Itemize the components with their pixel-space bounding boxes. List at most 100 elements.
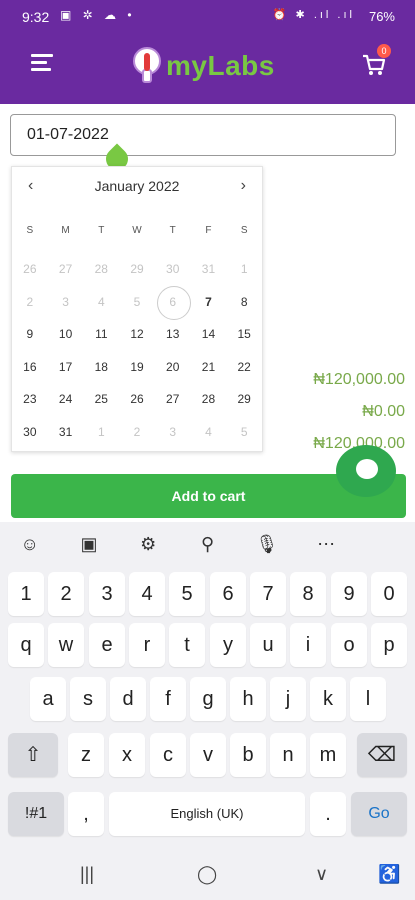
calendar-day[interactable]: 12 — [119, 318, 155, 351]
date-input[interactable]: 01-07-2022 — [10, 114, 396, 156]
weekday-label: T — [98, 225, 105, 236]
calendar-day[interactable]: 9 — [12, 318, 48, 351]
key-6[interactable]: 6 — [210, 572, 246, 616]
weekday-label: T — [169, 225, 176, 236]
key-z[interactable]: z — [68, 733, 104, 777]
key-e[interactable]: e — [89, 623, 125, 667]
key-d[interactable]: d — [110, 677, 146, 721]
calendar-day[interactable]: 13 — [155, 318, 191, 351]
key-4[interactable]: 4 — [129, 572, 165, 616]
search-icon[interactable]: ⚲ — [178, 522, 237, 566]
calendar-day: 1 — [240, 262, 248, 276]
calendar-day[interactable]: 28 — [191, 383, 227, 416]
key-m[interactable]: m — [310, 733, 346, 777]
calendar-week: 30 31 1 2 3 4 5 — [12, 416, 262, 449]
key-7[interactable]: 7 — [250, 572, 286, 616]
key-w[interactable]: w — [48, 623, 84, 667]
calendar-day[interactable]: 21 — [191, 351, 227, 384]
weekday-label: W — [132, 225, 142, 236]
key-v[interactable]: v — [190, 733, 226, 777]
comma-key[interactable]: , — [68, 792, 104, 836]
calendar-day[interactable]: 10 — [48, 318, 84, 351]
calendar-day[interactable]: 8 — [226, 286, 262, 319]
key-j[interactable]: j — [270, 677, 306, 721]
key-u[interactable]: u — [250, 623, 286, 667]
shift-key[interactable]: ⇧ — [8, 733, 58, 777]
key-a[interactable]: a — [30, 677, 66, 721]
system-nav-bar: ||| ◯ ∨ ♿ — [0, 850, 415, 900]
emoji-icon[interactable]: ☺ — [0, 522, 59, 566]
calendar-day[interactable]: 22 — [226, 351, 262, 384]
go-key[interactable]: Go — [351, 792, 407, 836]
chat-bubble-icon — [356, 459, 378, 479]
sticker-icon[interactable]: ▣ — [59, 522, 118, 566]
calendar-day[interactable]: 11 — [83, 318, 119, 351]
key-k[interactable]: k — [310, 677, 346, 721]
calendar-day: 5 — [133, 294, 141, 309]
key-x[interactable]: x — [109, 733, 145, 777]
key-s[interactable]: s — [70, 677, 106, 721]
calendar-day: 1 — [97, 424, 105, 439]
settings-icon[interactable]: ⚙ — [119, 522, 178, 566]
symbols-key[interactable]: !#1 — [8, 792, 64, 836]
recents-icon[interactable]: ||| — [80, 864, 94, 885]
key-0[interactable]: 0 — [371, 572, 407, 616]
calendar-day: 28 — [94, 262, 108, 276]
next-month-icon[interactable]: › — [241, 177, 246, 195]
calendar-day[interactable]: 16 — [12, 351, 48, 384]
chat-button[interactable] — [336, 445, 396, 497]
key-t[interactable]: t — [169, 623, 205, 667]
calendar-day[interactable]: 23 — [12, 383, 48, 416]
calendar-day[interactable]: 14 — [191, 318, 227, 351]
date-picker: ‹ January 2022 › S M T W T F S 26 27 28 … — [11, 166, 263, 452]
key-i[interactable]: i — [290, 623, 326, 667]
calendar-day[interactable]: 17 — [48, 351, 84, 384]
key-o[interactable]: o — [331, 623, 367, 667]
calendar-day[interactable]: 27 — [155, 383, 191, 416]
key-9[interactable]: 9 — [331, 572, 367, 616]
weekday-label: M — [61, 225, 70, 236]
microphone-icon[interactable]: 🎙 — [237, 522, 296, 566]
calendar-day[interactable]: 25 — [83, 383, 119, 416]
calendar-day[interactable]: 30 — [12, 416, 48, 449]
more-icon[interactable]: ⋯ — [296, 522, 355, 566]
key-h[interactable]: h — [230, 677, 266, 721]
period-key[interactable]: . — [310, 792, 346, 836]
calendar-week: 26 27 28 29 30 31 1 — [12, 253, 262, 286]
key-r[interactable]: r — [129, 623, 165, 667]
back-icon[interactable]: ∨ — [315, 864, 328, 885]
key-8[interactable]: 8 — [290, 572, 326, 616]
calendar-day[interactable]: 26 — [119, 383, 155, 416]
calendar-day[interactable]: 20 — [155, 351, 191, 384]
calendar-day: 5 — [240, 424, 248, 439]
key-p[interactable]: p — [371, 623, 407, 667]
key-1[interactable]: 1 — [8, 572, 44, 616]
calendar-day[interactable]: 19 — [119, 351, 155, 384]
calendar-day[interactable]: 15 — [226, 318, 262, 351]
key-c[interactable]: c — [150, 733, 186, 777]
calendar-day: 31 — [201, 262, 216, 276]
key-q[interactable]: q — [8, 623, 44, 667]
accessibility-icon[interactable]: ♿ — [378, 864, 400, 885]
key-3[interactable]: 3 — [89, 572, 125, 616]
key-n[interactable]: n — [270, 733, 306, 777]
calendar-day[interactable]: 31 — [48, 416, 84, 449]
backspace-key[interactable]: ⌫ — [357, 733, 407, 777]
key-l[interactable]: l — [350, 677, 386, 721]
key-b[interactable]: b — [230, 733, 266, 777]
key-f[interactable]: f — [150, 677, 186, 721]
key-5[interactable]: 5 — [169, 572, 205, 616]
calendar-day[interactable]: 29 — [226, 383, 262, 416]
calendar-month-label: January 2022 — [94, 178, 180, 194]
key-g[interactable]: g — [190, 677, 226, 721]
calendar-day[interactable]: 7 — [191, 286, 227, 319]
calendar-day[interactable]: 24 — [48, 383, 84, 416]
hamburger-icon[interactable] — [31, 54, 53, 74]
calendar-day[interactable]: 18 — [83, 351, 119, 384]
space-key[interactable]: English (UK) — [109, 792, 305, 836]
key-y[interactable]: y — [210, 623, 246, 667]
home-icon[interactable]: ◯ — [197, 864, 217, 885]
key-2[interactable]: 2 — [48, 572, 84, 616]
calendar-header: ‹ January 2022 › — [12, 167, 262, 205]
cart-button[interactable]: 0 — [361, 44, 391, 78]
